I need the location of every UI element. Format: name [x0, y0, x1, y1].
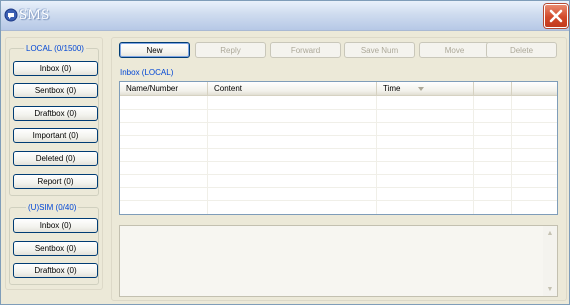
local-sentbox-button[interactable]: Sentbox (0) [13, 83, 98, 98]
forward-button[interactable]: Forward [270, 42, 341, 58]
local-report-button[interactable]: Report (0) [13, 174, 98, 189]
local-deleted-button[interactable]: Deleted (0) [13, 151, 98, 166]
sim-inbox-button[interactable]: Inbox (0) [13, 218, 98, 233]
save-num-button[interactable]: Save Num [344, 42, 415, 58]
sim-group-label: (U)SIM (0/40) [26, 203, 79, 212]
reply-button[interactable]: Reply [195, 42, 266, 58]
column-extra[interactable] [474, 82, 512, 96]
local-important-button[interactable]: Important (0) [13, 128, 98, 143]
scroll-down-icon[interactable]: ▼ [545, 285, 555, 293]
move-button[interactable]: Move [419, 42, 490, 58]
title-bar[interactable]: SMS [1, 1, 569, 31]
window-title: SMS [19, 7, 50, 23]
message-list[interactable]: Name/Number Content Time [119, 81, 558, 215]
preview-scrollbar[interactable]: ▲ ▼ [543, 226, 557, 296]
close-button[interactable] [544, 4, 568, 28]
local-group-label: LOCAL (0/1500) [24, 44, 86, 53]
new-button[interactable]: New [119, 42, 190, 58]
local-inbox-button[interactable]: Inbox (0) [13, 61, 98, 76]
local-draftbox-button[interactable]: Draftbox (0) [13, 106, 98, 121]
sms-app-icon [4, 8, 18, 22]
column-name-number[interactable]: Name/Number [120, 82, 208, 96]
inbox-group-label: Inbox (LOCAL) [118, 68, 176, 77]
column-time[interactable]: Time [377, 82, 474, 96]
sim-draftbox-button[interactable]: Draftbox (0) [13, 263, 98, 278]
list-header: Name/Number Content Time [120, 82, 557, 96]
sort-descending-icon [417, 86, 424, 91]
sim-sentbox-button[interactable]: Sentbox (0) [13, 241, 98, 256]
column-content[interactable]: Content [208, 82, 377, 96]
delete-button[interactable]: Delete [486, 42, 557, 58]
sms-window: SMS LOCAL (0/1500) Inbox (0) Sentbox (0)… [0, 0, 570, 305]
close-x-icon [549, 9, 563, 23]
column-time-label: Time [383, 84, 401, 93]
scroll-up-icon[interactable]: ▲ [545, 229, 555, 237]
message-preview[interactable]: ▲ ▼ [119, 225, 558, 297]
